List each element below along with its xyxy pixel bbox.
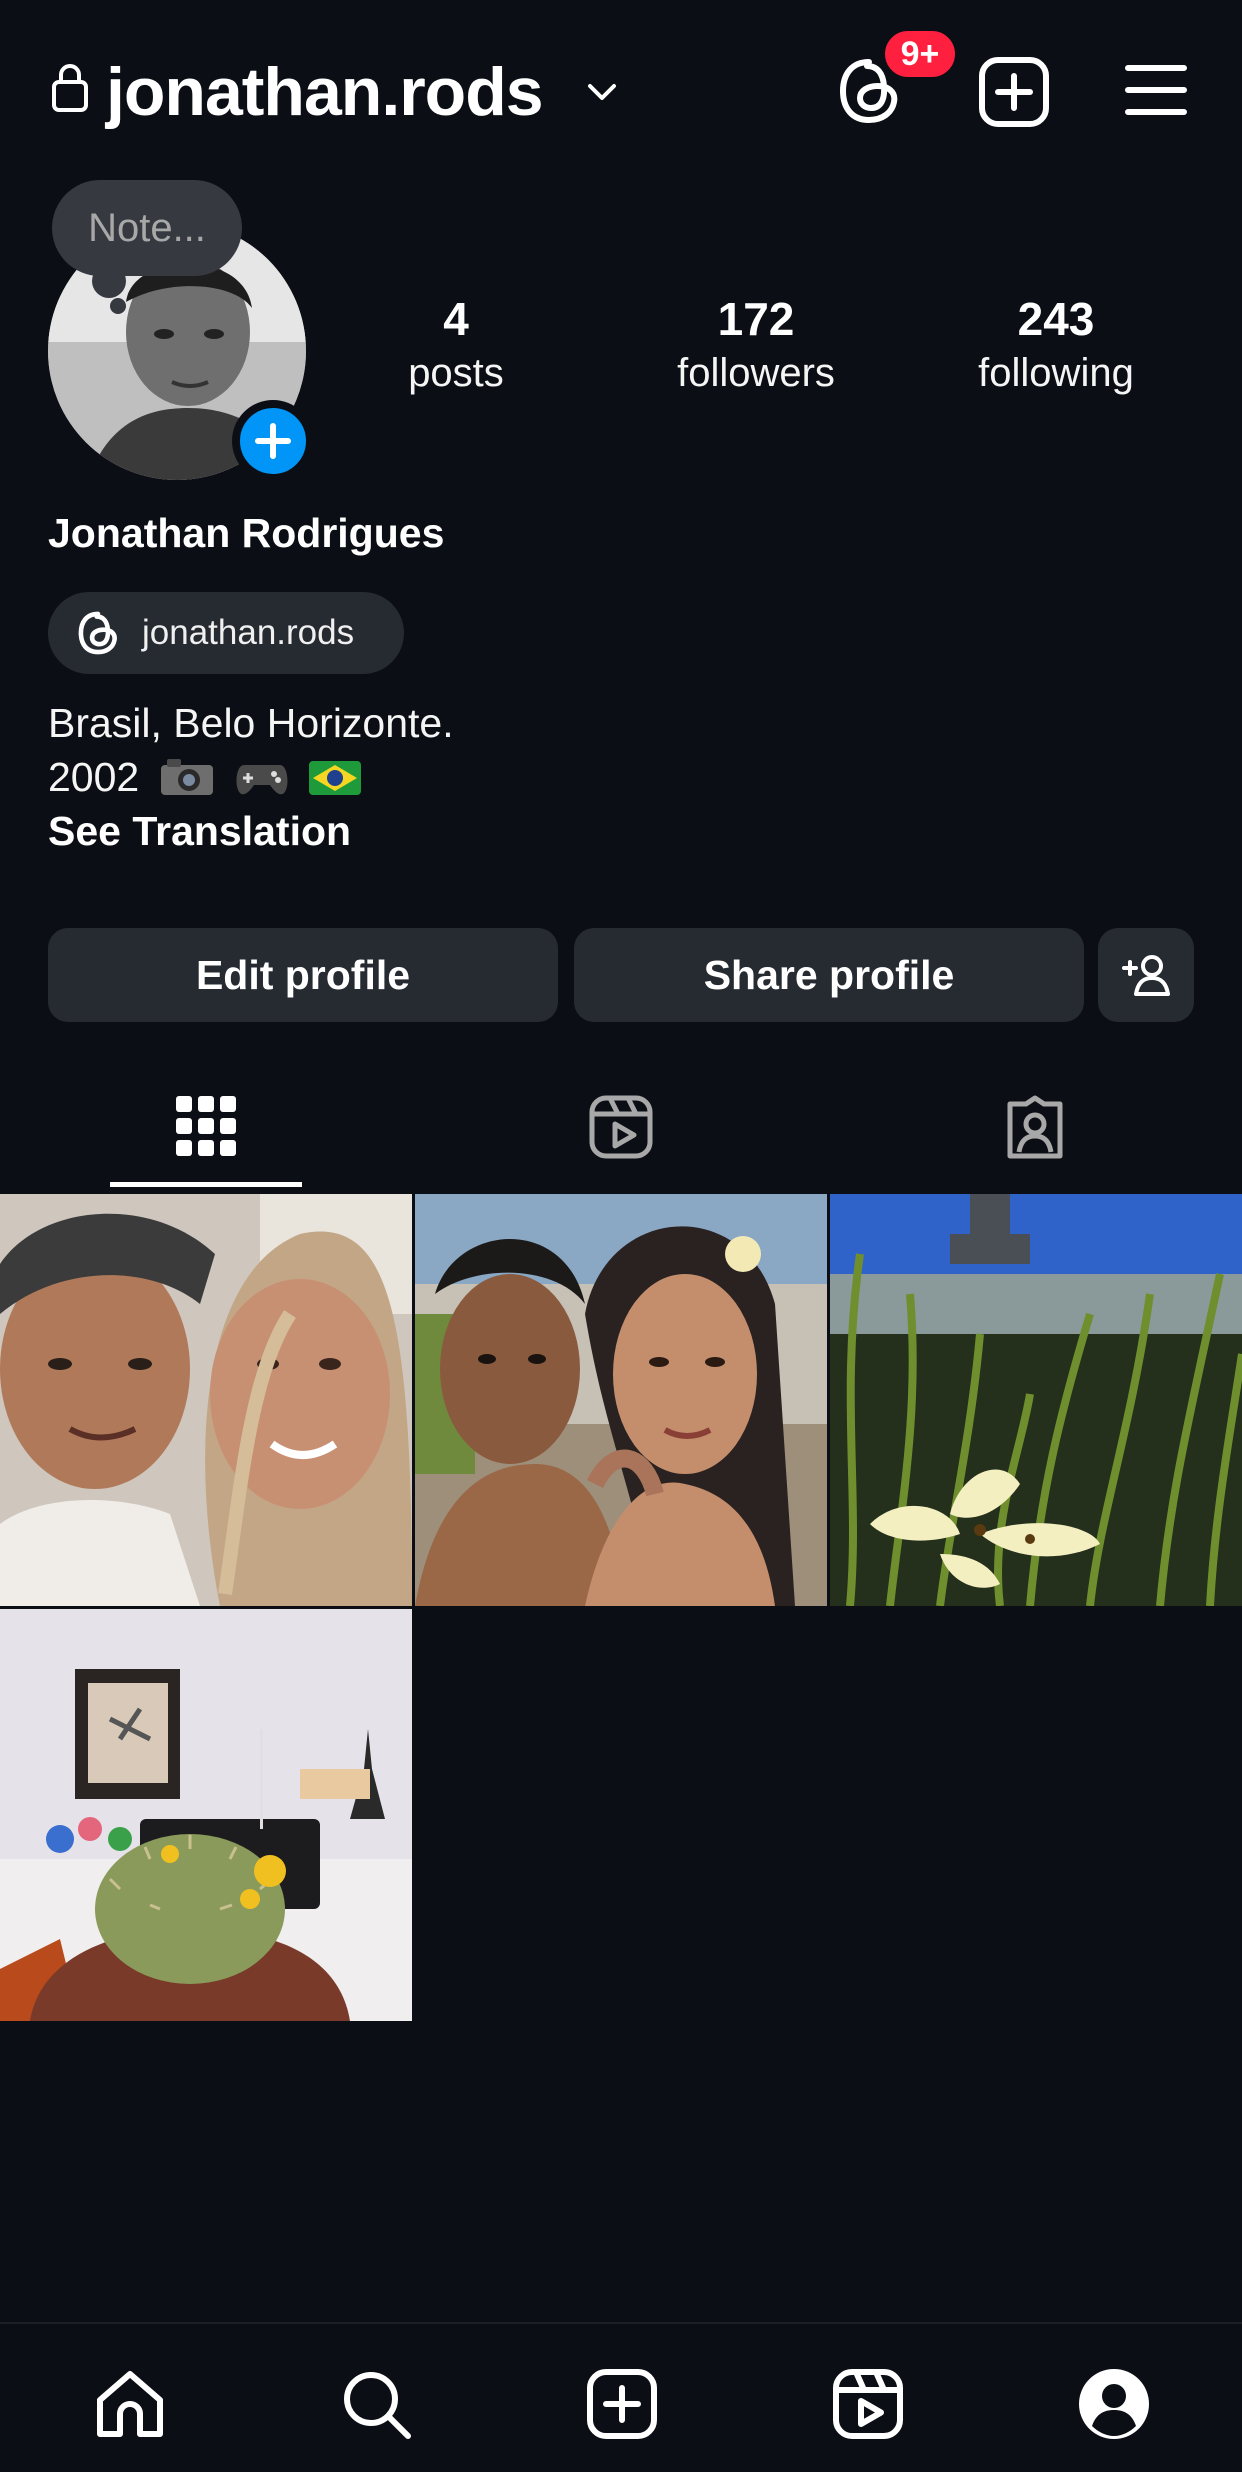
home-icon[interactable] <box>92 2366 168 2442</box>
stat-count: 243 <box>1017 293 1095 345</box>
active-tab-indicator <box>110 1182 302 1187</box>
discover-people-button[interactable] <box>1098 928 1194 1022</box>
profile-icon[interactable] <box>1076 2366 1152 2442</box>
add-story-icon[interactable] <box>232 400 314 482</box>
post-thumbnail-selfie[interactable] <box>0 1194 412 1606</box>
post-thumbnail-cactus[interactable] <box>0 1609 412 2021</box>
camera-icon <box>160 759 213 795</box>
stat-posts[interactable]: 4 posts <box>336 290 576 398</box>
cactus-desk-photo <box>0 1609 412 2021</box>
note-bubble-tail-small <box>110 298 126 314</box>
account-username[interactable]: jonathan.rods <box>106 52 544 132</box>
profile-screen: jonathan.rods 9+ Note... 4 posts 172 fol… <box>0 0 1242 2472</box>
bio-year: 2002 <box>48 754 140 800</box>
chevron-down-icon[interactable] <box>584 74 620 110</box>
add-person-icon <box>1122 955 1170 996</box>
flower-photo <box>830 1194 1242 1606</box>
reels-icon[interactable] <box>830 2366 906 2442</box>
create-icon[interactable] <box>584 2366 660 2442</box>
tab-posts-grid[interactable] <box>106 1084 306 1184</box>
bottom-navigation <box>0 2322 1242 2472</box>
share-profile-button[interactable]: Share profile <box>574 928 1084 1022</box>
stat-count: 172 <box>717 293 795 345</box>
couple-photo <box>415 1194 827 1606</box>
create-post-icon[interactable] <box>978 56 1050 128</box>
display-name: Jonathan Rodrigues <box>48 510 445 556</box>
threads-profile-link[interactable]: jonathan.rods <box>48 592 404 674</box>
stat-label: followers <box>677 351 835 395</box>
stat-following[interactable]: 243 following <box>936 290 1176 398</box>
tagged-icon <box>1007 1095 1063 1159</box>
note-bubble-tail <box>92 264 126 298</box>
lock-icon <box>52 64 88 112</box>
threads-handle: jonathan.rods <box>142 613 355 652</box>
post-thumbnail-flowers[interactable] <box>830 1194 1242 1606</box>
brazil-flag-icon <box>309 761 362 795</box>
see-translation-link[interactable]: See Translation <box>48 804 454 858</box>
stat-label: posts <box>408 351 504 395</box>
notification-badge: 9+ <box>880 26 960 82</box>
bio-location: Brasil, Belo Horizonte. <box>48 700 454 746</box>
stat-label: following <box>978 351 1134 395</box>
tab-reels[interactable] <box>520 1084 720 1184</box>
menu-icon[interactable] <box>1124 62 1188 118</box>
bio: Brasil, Belo Horizonte. 2002 See Transla… <box>48 696 454 858</box>
top-bar: jonathan.rods 9+ <box>0 0 1242 180</box>
note-bubble[interactable]: Note... <box>52 180 242 276</box>
threads-icon <box>78 611 117 655</box>
post-thumbnail-couple[interactable] <box>415 1194 827 1606</box>
selfie-photo <box>0 1194 412 1606</box>
bio-year-line: 2002 <box>48 750 454 804</box>
reels-icon <box>589 1095 653 1159</box>
game-controller-icon <box>236 765 288 795</box>
stat-count: 4 <box>443 293 469 345</box>
tab-tagged[interactable] <box>934 1084 1134 1184</box>
grid-icon <box>176 1096 236 1156</box>
search-icon[interactable] <box>338 2366 414 2442</box>
stat-followers[interactable]: 172 followers <box>636 290 876 398</box>
edit-profile-button[interactable]: Edit profile <box>48 928 558 1022</box>
